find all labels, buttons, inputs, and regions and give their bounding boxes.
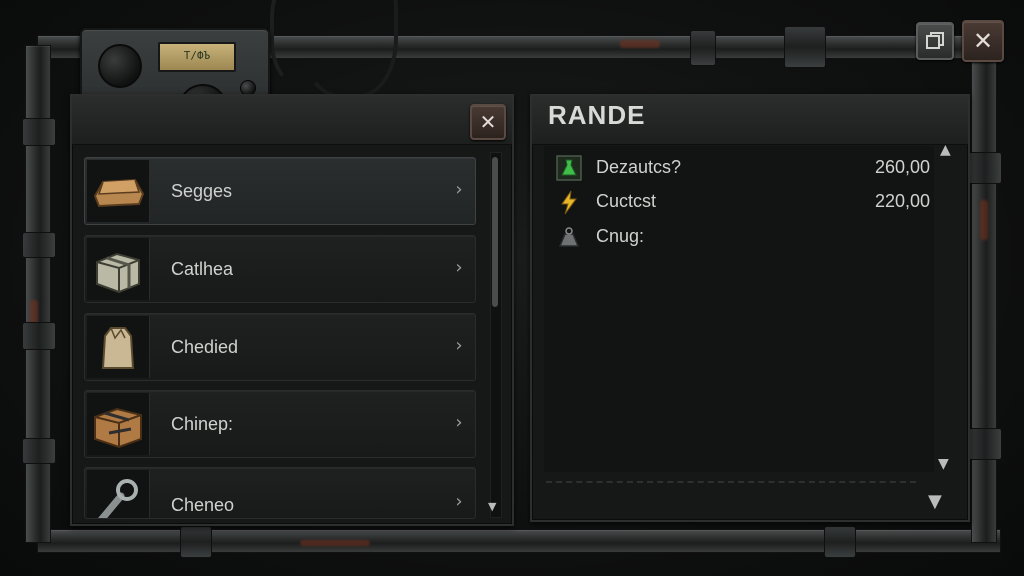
lightning-bolt-icon (556, 189, 582, 215)
scroll-down-arrow-icon[interactable]: ▼ (488, 500, 496, 513)
item-thumbnail (87, 238, 150, 300)
close-icon: ✕ (479, 110, 497, 134)
pipe-clamp (968, 152, 1002, 184)
stat-row: Dezautcs? 260,00 (556, 155, 934, 183)
item-label: Catlhea (171, 259, 234, 279)
list-item[interactable]: Catlhea › (84, 235, 476, 303)
pipe-clamp (22, 322, 56, 350)
chevron-right-icon: › (455, 491, 463, 512)
green-flask-icon (556, 155, 582, 181)
item-thumbnail (87, 470, 150, 518)
pipe-clamp (22, 232, 56, 258)
weight-icon (556, 224, 582, 250)
pipe-clamp (690, 30, 716, 66)
stat-row: Cuctcst 220,00 (556, 189, 934, 217)
scrollbar-thumb[interactable] (492, 157, 498, 307)
chevron-right-icon: › (455, 257, 463, 278)
item-thumbnail (87, 393, 150, 455)
stat-label: Dezautcs? (596, 157, 682, 177)
panel-title: RANDE (548, 100, 646, 130)
stat-label: Cnug: (596, 226, 645, 246)
inventory-scrollbar[interactable] (490, 152, 502, 518)
pipe-clamp (968, 428, 1002, 460)
item-label: Chedied (171, 337, 239, 357)
chevron-right-icon: › (455, 412, 463, 433)
crate-icon (96, 252, 140, 294)
radio-screen: Т/ФЪ (158, 42, 236, 72)
window-close-button[interactable]: ✕ (962, 20, 1004, 62)
rust-stain (620, 40, 660, 48)
tuning-knob[interactable] (98, 44, 142, 88)
list-item[interactable]: Cheneo › (84, 467, 476, 519)
paper-bag-icon (101, 327, 135, 369)
scroll-down-arrow-icon[interactable]: ▼ (928, 491, 942, 512)
window-restore-icon (926, 32, 944, 49)
inventory-close-button[interactable]: ✕ (470, 104, 506, 140)
item-label: Chinep: (171, 414, 234, 434)
wrench-tool-icon (98, 479, 138, 518)
stat-label: Cuctcst (596, 191, 657, 211)
item-thumbnail (87, 160, 150, 222)
scroll-up-arrow-icon[interactable]: ▲ (940, 142, 951, 158)
divider (546, 481, 916, 483)
item-thumbnail (87, 316, 150, 378)
list-item[interactable]: Chinep: › (84, 390, 476, 458)
pipe-clamp (22, 118, 56, 146)
rust-stain (300, 540, 370, 546)
rust-stain (980, 200, 988, 240)
cable (300, 0, 398, 98)
pipe-clamp (180, 526, 212, 558)
stat-value: 220,00 (874, 191, 930, 211)
chevron-right-icon: › (455, 335, 463, 356)
item-label: Segges (171, 181, 233, 201)
list-item[interactable]: Chedied › (84, 313, 476, 381)
stat-value: 260,00 (874, 157, 930, 177)
chevron-right-icon: › (455, 179, 463, 200)
pipe-clamp (824, 526, 856, 558)
pipe-right (972, 56, 996, 542)
bread-loaf-icon (93, 178, 145, 208)
pipe-clamp (784, 26, 826, 68)
scroll-down-arrow-icon[interactable]: ▼ (938, 456, 949, 472)
list-item[interactable]: Segges › (84, 157, 476, 225)
stat-row: Cnug: (556, 224, 934, 252)
window-restore-button[interactable] (916, 22, 954, 60)
item-label: Cheneo (171, 495, 235, 515)
wrapped-package-icon (94, 407, 142, 449)
pipe-clamp (22, 438, 56, 464)
inventory-panel-header (72, 96, 512, 145)
close-icon: ✕ (972, 27, 994, 55)
